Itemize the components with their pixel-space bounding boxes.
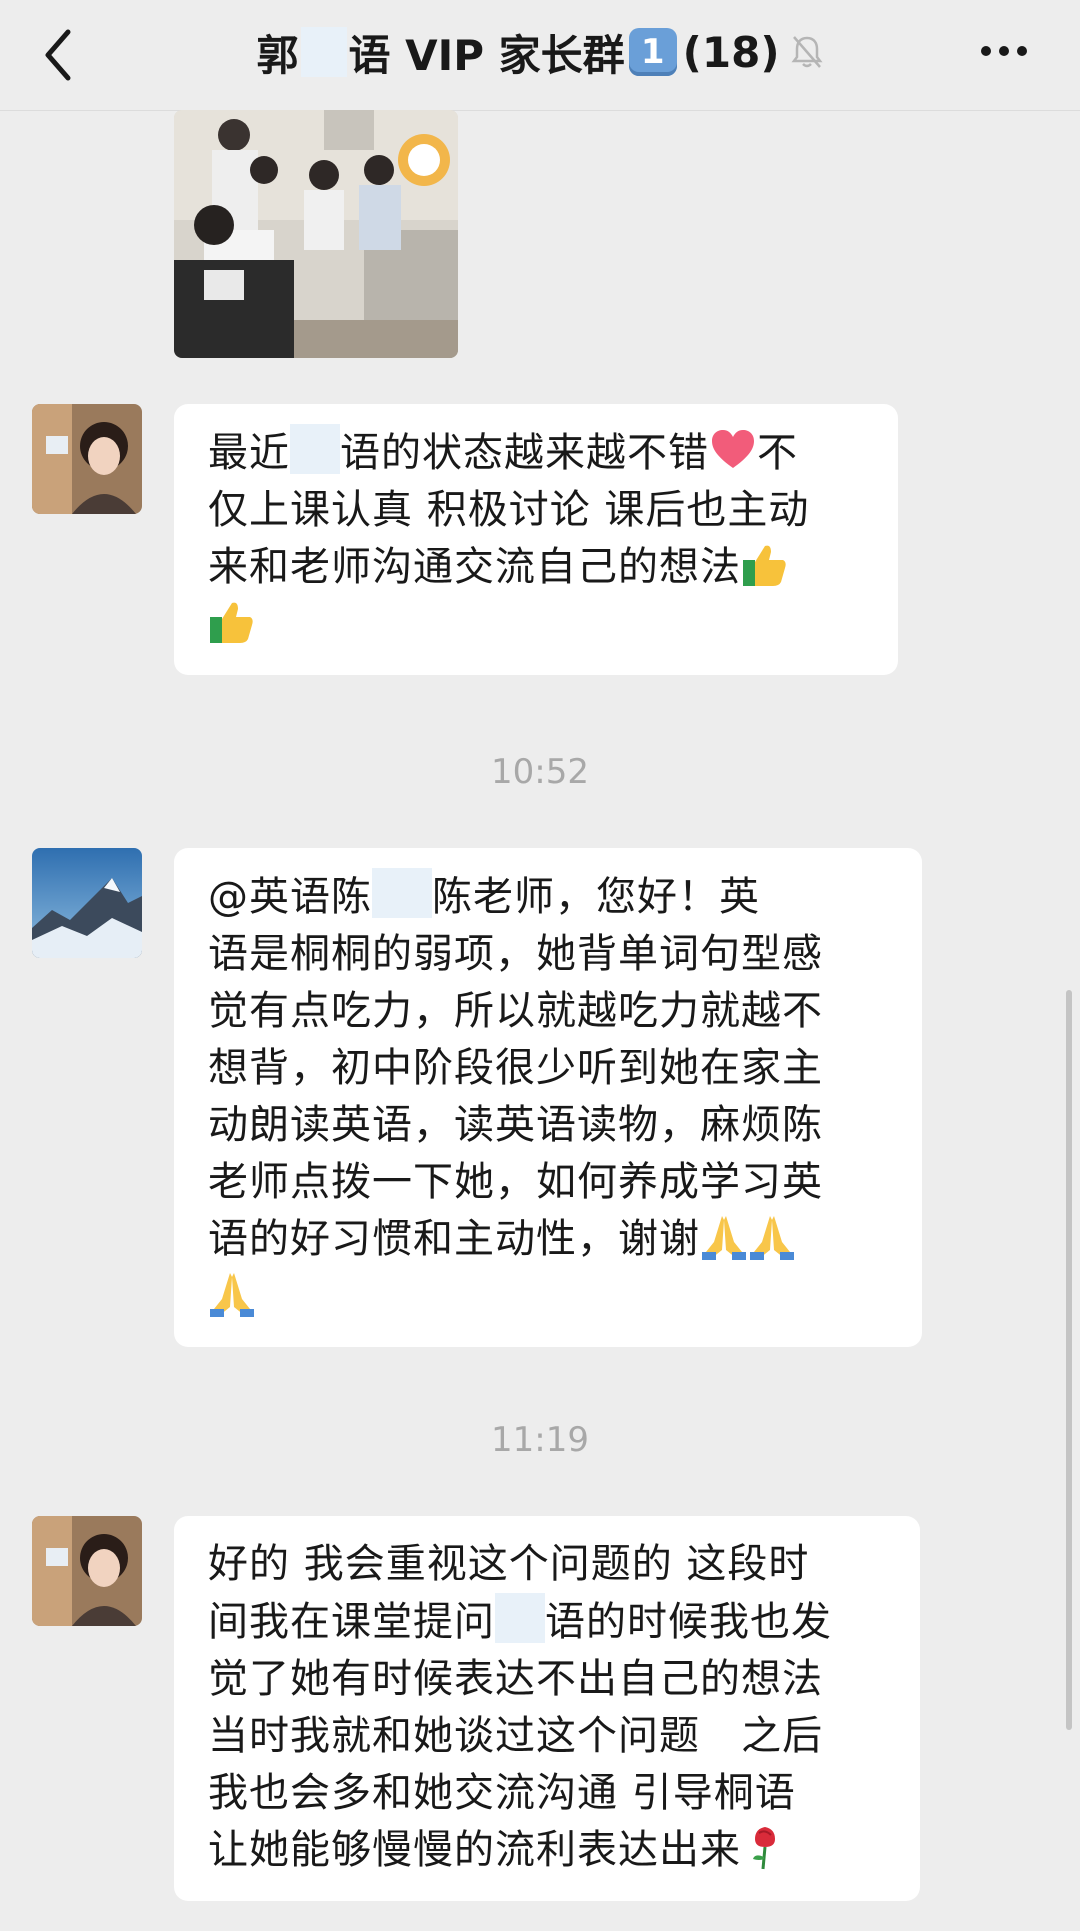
scrollbar[interactable] (1066, 990, 1072, 1730)
message-bubble: @英语陈 陈老师，您好！英 语是桐桐的弱项，她背单词句型感 觉有点吃力，所以就越吃… (174, 848, 922, 1347)
message-text: 觉了她有时候表达不出自己的想法 (208, 1656, 823, 1702)
message-bubble: 最近 语的状态越来越不错 不 仅上课认真 积极讨论 课后也主动 来和老师沟通交流自己… (174, 404, 898, 675)
classroom-photo[interactable] (174, 110, 458, 358)
chat-header: 郭 语 VIP 家长群 1 (18) (0, 0, 1080, 111)
message-bubble: 好的 我会重视这个问题的 这段时 间我在课堂提问 语的时候我也发 觉了她有时候表达… (174, 1516, 920, 1901)
redaction-mask (300, 27, 347, 77)
number-badge: 1 (628, 28, 677, 76)
more-options-icon[interactable] (976, 36, 1032, 66)
message-text: 语的时候我也发 (545, 1599, 832, 1645)
folded-hands-icon (210, 1273, 254, 1317)
group-title: 郭 语 VIP 家长群 1 (18) (0, 0, 1080, 104)
message-text: 语是桐桐的弱项，她背单词句型感 (208, 931, 823, 977)
folded-hands-icon (750, 1216, 794, 1260)
member-count: (18) (682, 27, 780, 77)
message-text: 动朗读英语，读英语读物，麻烦陈 (208, 1102, 823, 1148)
parent-avatar[interactable] (32, 848, 142, 958)
message-text: 当时我就和她谈过这个问题 之后 (208, 1713, 824, 1759)
message-text: 最近 (208, 430, 290, 476)
message-text: 间我在课堂提问 (208, 1599, 495, 1645)
message-text: @英语陈 (208, 874, 372, 920)
message-text: 我也会多和她交流沟通 引导桐语 (208, 1770, 796, 1816)
folded-hands-icon (702, 1216, 746, 1260)
message-text: 觉有点吃力，所以就越吃力就越不 (208, 988, 823, 1034)
timestamp: 11:19 (491, 1420, 589, 1460)
message-text: 老师点拨一下她，如何养成学习英 (208, 1159, 823, 1205)
thumbs-up-icon (743, 545, 786, 586)
redaction-mask (495, 1593, 545, 1643)
teacher-avatar[interactable] (32, 404, 142, 514)
redaction-mask (372, 868, 432, 918)
message-text: 语的状态越来越不错 (340, 430, 709, 476)
message-text: 想背，初中阶段很少听到她在家主 (208, 1045, 823, 1091)
title-part2: 语 VIP 家长群 (348, 30, 625, 80)
message-text: 好的 我会重视这个问题的 这段时 (208, 1541, 810, 1587)
message-text: 语的好习惯和主动性，谢谢 (208, 1216, 700, 1262)
redaction-mask (290, 424, 340, 474)
timestamp: 10:52 (491, 752, 589, 792)
red-heart-icon (712, 430, 754, 468)
message-text: 来和老师沟通交流自己的想法 (208, 544, 741, 590)
mute-bell-icon (791, 36, 823, 68)
title-part1: 郭 (256, 30, 299, 80)
rose-icon (753, 1827, 775, 1870)
message-text: 陈老师，您好！英 (432, 874, 760, 920)
message-text: 仅上课认真 积极讨论 课后也主动 (208, 487, 810, 533)
message-text: 让她能够慢慢的流利表达出来 (208, 1827, 741, 1873)
thumbs-up-icon (210, 602, 253, 643)
teacher-avatar[interactable] (32, 1516, 142, 1626)
message-text: 不 (757, 430, 798, 476)
